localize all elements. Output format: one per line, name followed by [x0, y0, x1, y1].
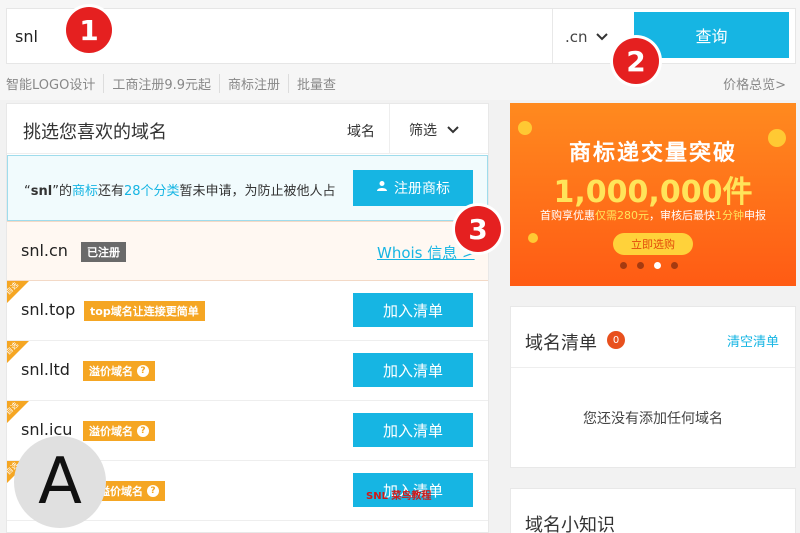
register-trademark-label: 注册商标: [394, 181, 450, 197]
step-badge-1: 1: [66, 7, 112, 53]
add-to-list-button[interactable]: 加入清单: [353, 293, 473, 327]
divider: [552, 9, 553, 63]
domain-name: snl.top: [21, 300, 76, 319]
banner-sub-highlight: 仅需280元: [595, 209, 649, 222]
premium-badge: 溢价域名?: [83, 361, 155, 381]
add-to-list-button[interactable]: 加入清单: [353, 353, 473, 387]
cart-title: 域名清单: [525, 333, 597, 354]
register-trademark-button[interactable]: 注册商标: [353, 170, 473, 206]
tips-title: 域名小知识: [525, 515, 615, 533]
price-overview-link[interactable]: 价格总览>: [723, 74, 786, 93]
carousel-dots: [620, 262, 678, 269]
domain-name: snl.cn: [21, 241, 68, 260]
notice-categories-link[interactable]: 28个分类: [124, 184, 180, 199]
promo-banner[interactable]: 商标递交量突破 1,000,000件 首购享优惠仅需280元，审核后最快1分钟申…: [510, 103, 796, 286]
question-icon[interactable]: ?: [137, 425, 149, 437]
search-area: .cn 查询 智能LOGO设计 工商注册9.9元起 商标注册 批量查 价格总览>: [0, 0, 800, 100]
divider: [389, 104, 390, 154]
banner-sub-highlight: 1分钟: [715, 209, 744, 222]
carousel-dot[interactable]: [620, 262, 627, 269]
coin-decoration: [518, 121, 532, 135]
carousel-dot[interactable]: [637, 262, 644, 269]
domain-name: snl.ltd: [21, 360, 70, 379]
sort-label[interactable]: 域名: [347, 121, 375, 141]
ribbon-label: 自选: [7, 401, 20, 417]
filter-select[interactable]: 筛选: [409, 120, 459, 140]
watermark: SNL 菜鸟教程: [366, 491, 432, 502]
whois-link[interactable]: Whois 信息 >: [377, 242, 475, 263]
step-badge-2: 2: [613, 38, 659, 84]
domain-row: 自选 snl.top top域名让连接更简单 加入清单: [7, 281, 488, 341]
clear-cart-link[interactable]: 清空清单: [727, 331, 779, 350]
tld-select-value: .cn: [565, 28, 588, 46]
promo-badge: top域名让连接更简单: [84, 301, 205, 321]
domain-row: snl.cn 已注册 Whois 信息 >: [7, 221, 488, 281]
carousel-dot[interactable]: [671, 262, 678, 269]
banner-subtitle: 首购享优惠仅需280元，审核后最快1分钟申报: [510, 207, 796, 223]
annotation-letter-badge: A: [14, 436, 106, 528]
premium-badge: 溢价域名?: [83, 421, 155, 441]
chevron-down-icon: [447, 122, 459, 138]
query-button[interactable]: 查询: [634, 12, 789, 58]
step-badge-3: 3: [455, 206, 501, 252]
status-badge: 已注册: [81, 242, 126, 262]
quick-link-batch[interactable]: 批量查: [288, 74, 344, 93]
notice-trademark-link[interactable]: 商标: [72, 184, 98, 199]
domain-row: 自选 snl.ltd 溢价域名? 加入清单: [7, 341, 488, 401]
add-to-list-button[interactable]: 加入清单: [353, 413, 473, 447]
premium-badge-label: 溢价域名: [89, 425, 133, 438]
cart-count-badge: 0: [607, 331, 625, 349]
user-icon: [376, 180, 388, 196]
cart-empty-text: 您还没有添加任何域名: [583, 411, 723, 427]
domain-cart: 域名清单 0 清空清单 您还没有添加任何域名: [510, 306, 796, 468]
chevron-down-icon: [595, 33, 608, 41]
banner-sub-part: 申报: [744, 209, 766, 222]
question-icon[interactable]: ?: [147, 485, 159, 497]
ribbon-label: 自选: [7, 281, 20, 297]
banner-title: 商标递交量突破: [568, 141, 737, 166]
domain-tips: 域名小知识: [510, 488, 796, 533]
quick-link-company[interactable]: 工商注册9.9元起: [103, 74, 219, 93]
divider: [511, 367, 795, 368]
notice-text-part: 还有: [97, 184, 124, 199]
notice-text: “snl”的商标还有28个分类暂未申请，为防止被他人占: [24, 180, 354, 199]
banner-sub-part: 首购享优惠: [540, 209, 595, 222]
notice-text-part: ”的: [52, 184, 72, 199]
carousel-dot-active[interactable]: [654, 262, 661, 269]
filter-label: 筛选: [409, 123, 437, 139]
banner-number: 1,000,000件: [553, 175, 753, 210]
quick-links: 智能LOGO设计 工商注册9.9元起 商标注册 批量查: [6, 74, 344, 93]
results-header: 挑选您喜欢的域名 域名 筛选: [7, 104, 488, 154]
ribbon-label: 自选: [7, 341, 20, 357]
trademark-notice: “snl”的商标还有28个分类暂未申请，为防止被他人占 注册商标: [7, 155, 488, 221]
results-title: 挑选您喜欢的域名: [23, 122, 167, 143]
banner-sub-part: ，审核后最快: [649, 209, 715, 222]
coin-decoration: [528, 233, 538, 243]
question-icon[interactable]: ?: [137, 365, 149, 377]
tld-select[interactable]: .cn: [565, 23, 608, 51]
quick-link-logo[interactable]: 智能LOGO设计: [6, 74, 103, 93]
quick-link-trademark[interactable]: 商标注册: [219, 74, 288, 93]
notice-keyword: snl: [30, 184, 53, 199]
buy-now-button[interactable]: 立即选购: [613, 233, 693, 255]
notice-quote-open: “: [24, 184, 31, 199]
premium-badge-label: 溢价域名: [89, 365, 133, 378]
notice-text-part: 暂未申请，为防止被他人占: [179, 184, 336, 199]
